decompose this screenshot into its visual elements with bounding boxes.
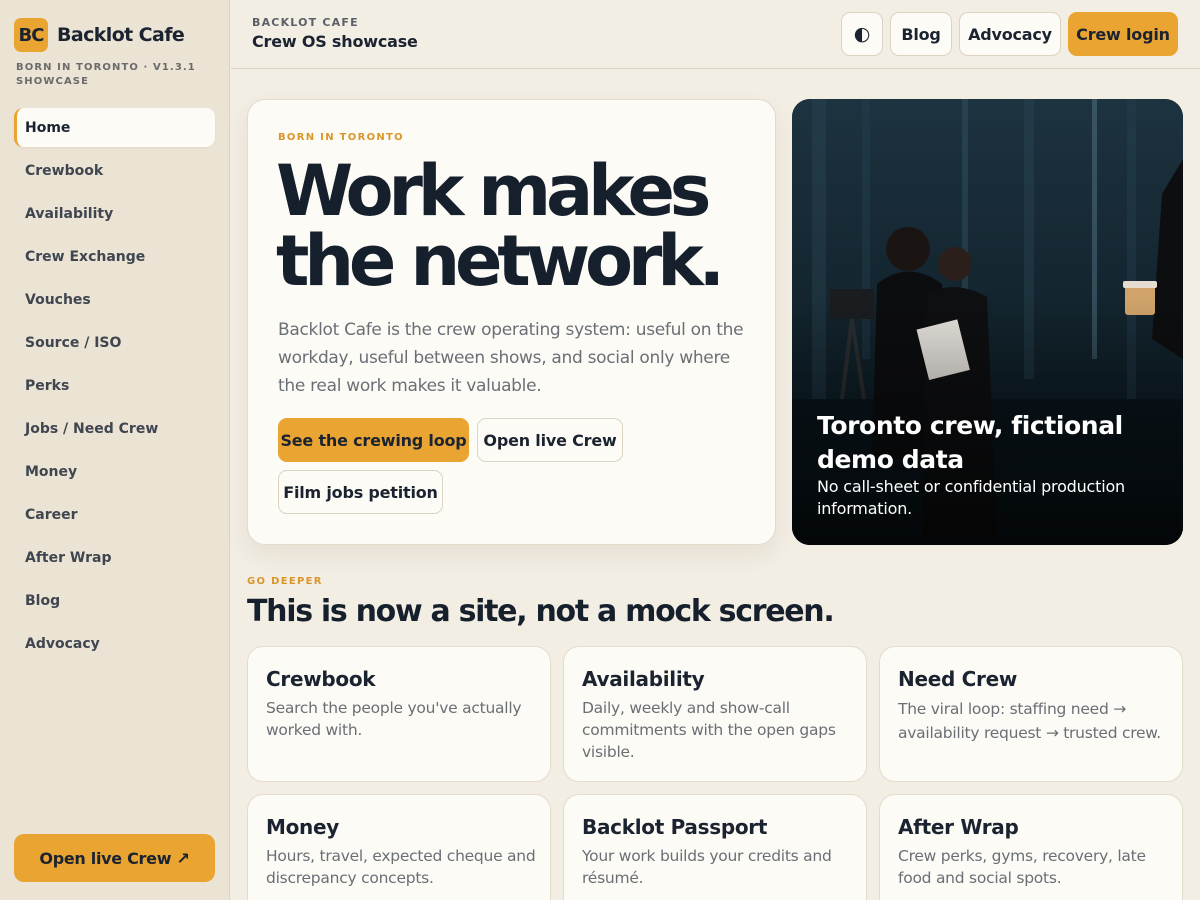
sidebar-item-money[interactable]: Money [14,452,215,491]
sidebar-nav: Home Crewbook Availability Crew Exchange… [14,108,215,667]
feature-card-backlot-passport[interactable]: Backlot Passport Your work builds your c… [563,794,867,900]
photo-caption-subtitle: No call-sheet or confidential production… [817,477,1126,518]
sidebar-item-perks[interactable]: Perks [14,366,215,405]
card-title: Availability [582,667,705,691]
brand[interactable]: BC Backlot Cafe [14,18,185,52]
sidebar-item-blog[interactable]: Blog [14,581,215,620]
card-title: Money [266,815,339,839]
top-header: BACKLOT CAFE Crew OS showcase ◐ Blog Adv… [231,0,1200,69]
brand-name: Backlot Cafe [57,24,185,46]
sidebar-item-career[interactable]: Career [14,495,215,534]
section-title: This is now a site, not a mock screen. [247,594,835,629]
sidebar-item-crewbook[interactable]: Crewbook [14,151,215,190]
page-title: Crew OS showcase [252,32,418,51]
feature-card-crewbook[interactable]: Crewbook Search the people you've actual… [247,646,551,782]
hero-title: Work makes the network. [276,150,725,302]
card-description: Search the people you've actually worked… [266,699,522,739]
hero-kicker: BORN IN TORONTO [278,132,404,143]
photo-caption-title: Toronto crew, fictional demo data [817,411,1123,474]
header-kicker: BACKLOT CAFE [252,16,359,29]
feature-card-money[interactable]: Money Hours, travel, expected cheque and… [247,794,551,900]
hero-photo: Toronto crew, fictional demo data No cal… [792,99,1183,545]
sidebar-item-home[interactable]: Home [14,108,215,147]
card-description: Hours, travel, expected cheque and discr… [266,847,536,887]
card-title: Backlot Passport [582,815,768,839]
open-live-crew-hero-button[interactable]: Open live Crew [477,418,623,462]
hero-body: Backlot Cafe is the crew operating syste… [278,320,744,396]
contrast-icon: ◐ [853,23,871,45]
card-description: Daily, weekly and show-call commitments … [582,699,836,761]
sidebar-item-jobs[interactable]: Jobs / Need Crew [14,409,215,448]
sidebar-item-source-iso[interactable]: Source / ISO [14,323,215,362]
advocacy-button[interactable]: Advocacy [959,12,1061,56]
section-kicker: GO DEEPER [247,576,323,587]
card-description: Crew perks, gyms, recovery, late food an… [898,847,1146,887]
card-description: Your work builds your credits and résumé… [582,847,832,887]
see-crewing-loop-button[interactable]: See the crewing loop [278,418,469,462]
sidebar-item-availability[interactable]: Availability [14,194,215,233]
brand-tagline: BORN IN TORONTO · V1.3.1 SHOWCASE [16,62,196,87]
card-title: Need Crew [898,667,1018,691]
blog-button[interactable]: Blog [890,12,952,56]
feature-card-after-wrap[interactable]: After Wrap Crew perks, gyms, recovery, l… [879,794,1183,900]
sidebar: BC Backlot Cafe BORN IN TORONTO · V1.3.1… [0,0,230,900]
brand-logo: BC [14,18,48,52]
sidebar-item-after-wrap[interactable]: After Wrap [14,538,215,577]
card-description: The viral loop: staffing need → availabi… [898,700,1161,742]
sidebar-item-advocacy[interactable]: Advocacy [14,624,215,663]
sidebar-item-vouches[interactable]: Vouches [14,280,215,319]
sidebar-item-crew-exchange[interactable]: Crew Exchange [14,237,215,276]
feature-card-availability[interactable]: Availability Daily, weekly and show-call… [563,646,867,782]
open-live-crew-button[interactable]: Open live Crew ↗ [14,834,215,882]
feature-card-need-crew[interactable]: Need Crew The viral loop: staffing need … [879,646,1183,782]
card-title: Crewbook [266,667,376,691]
card-title: After Wrap [898,815,1019,839]
theme-toggle-button[interactable]: ◐ [841,12,883,56]
film-jobs-petition-button[interactable]: Film jobs petition [278,470,443,514]
crew-login-button[interactable]: Crew login [1068,12,1178,56]
hero-card: BORN IN TORONTO Work makes the network. … [247,99,776,545]
